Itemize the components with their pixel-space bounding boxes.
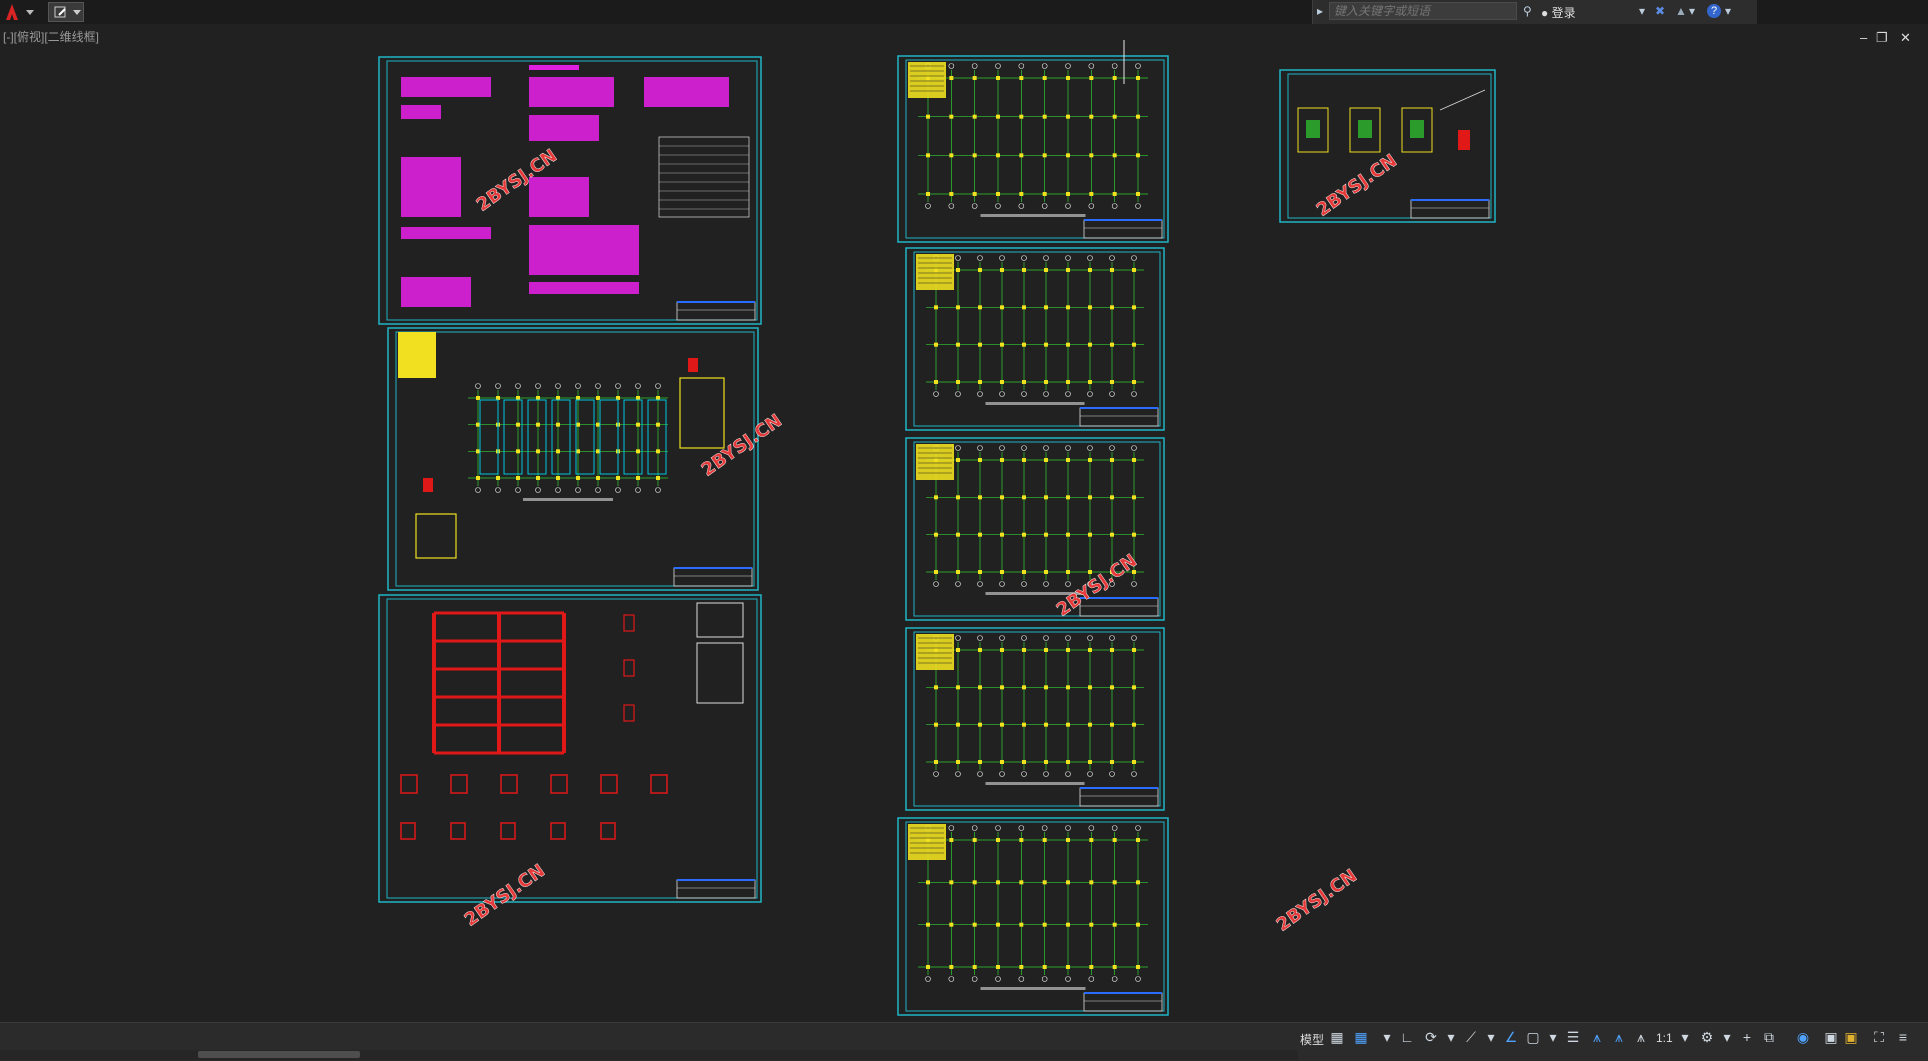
search-input[interactable] [1329, 2, 1517, 20]
chevron-down-icon[interactable]: ▾ [1482, 1028, 1500, 1046]
drawing-sheet-floor-plan-4[interactable] [897, 817, 1169, 1016]
grid-icon[interactable]: ▦ [1328, 1028, 1346, 1046]
title-bar: ▸ ⚲ ● 登录 ▾ ✖ ▲ ▾ ? ▾ [0, 0, 1928, 24]
chevron-down-icon[interactable]: ▾ [1442, 1028, 1460, 1046]
scrollbar-thumb[interactable] [198, 1051, 360, 1058]
autocad-logo-icon [6, 4, 34, 20]
drawing-sheet-frame-reinforcement[interactable] [378, 594, 762, 903]
binoculars-icon[interactable]: ⚲ [1523, 4, 1532, 18]
clean-screen-icon[interactable]: ▣ [1842, 1028, 1860, 1046]
chevron-down-icon[interactable]: ▾ [1718, 1028, 1736, 1046]
osnap-tracking-icon[interactable]: ⟋ [1462, 1028, 1480, 1046]
lineweight-icon[interactable]: ☰ [1564, 1028, 1582, 1046]
annotation-visibility-icon[interactable]: ⩚ [1588, 1028, 1606, 1046]
chevron-down-icon[interactable]: ▾ [1378, 1028, 1396, 1046]
chevron-down-icon[interactable]: ▾ [1544, 1028, 1562, 1046]
auto-scale-icon[interactable]: ⩚ [1610, 1028, 1628, 1046]
workspace-gear-icon[interactable]: ⚙ [1698, 1028, 1716, 1046]
chevron-down-icon[interactable]: ▾ [1725, 4, 1731, 18]
customization-menu-icon[interactable]: ≡ [1894, 1028, 1912, 1046]
drawing-sheet-floor-plan-2[interactable] [905, 437, 1165, 621]
chevron-down-icon[interactable]: ▾ [1639, 4, 1645, 18]
hardware-acceleration-icon[interactable]: ▣ [1822, 1028, 1840, 1046]
drawing-sheet-foundation-plan[interactable] [387, 327, 759, 591]
help-icon[interactable]: ? [1707, 4, 1721, 18]
drawing-sheet-floor-plan-3[interactable] [905, 627, 1165, 811]
user-icon: ● [1541, 6, 1549, 20]
drawing-sheet-column-plan[interactable] [897, 55, 1169, 243]
annotation-scale-icon[interactable]: ⩚ [1632, 1028, 1650, 1046]
exchange-icon[interactable]: ✖ [1655, 4, 1665, 18]
isodraft-icon[interactable]: ∠ [1502, 1028, 1520, 1046]
chevron-down-icon[interactable]: ▾ [1676, 1028, 1694, 1046]
isolate-objects-icon[interactable]: ◉ [1794, 1028, 1812, 1046]
horizontal-scrollbar[interactable] [0, 1050, 1298, 1060]
watermark-text: 2BYSJ.CN [1273, 865, 1361, 936]
login-button[interactable]: ● 登录 [1541, 4, 1576, 21]
drawing-sheet-general-notes[interactable] [378, 56, 762, 325]
polar-icon[interactable]: ⟳ [1422, 1028, 1440, 1046]
expand-arrow-icon[interactable]: ▸ [1317, 4, 1323, 18]
object-snap-icon[interactable]: ▢ [1524, 1028, 1542, 1046]
watermark-text: 2BYSJ.CN [698, 410, 786, 481]
fullscreen-icon[interactable]: ⛶ [1870, 1028, 1888, 1046]
chevron-down-icon[interactable]: ▾ [1689, 4, 1695, 18]
application-menu-button[interactable] [0, 0, 42, 24]
plus-icon[interactable]: + [1738, 1028, 1756, 1046]
model-tab[interactable]: 模型 [1300, 1031, 1324, 1048]
drawing-sheet-stair-details[interactable] [1279, 69, 1496, 223]
snap-icon[interactable]: ▦ [1352, 1028, 1370, 1046]
infocenter-toolbar: ▸ ⚲ ● 登录 ▾ ✖ ▲ ▾ ? ▾ [1312, 0, 1757, 24]
annotation-monitor-icon[interactable]: ⧉ [1760, 1028, 1778, 1046]
ortho-icon[interactable]: ∟ [1398, 1028, 1416, 1046]
a360-icon[interactable]: ▲ [1675, 4, 1687, 18]
watermark-text: 2BYSJ.CN [1313, 150, 1401, 221]
quick-access-toolbar-button[interactable] [48, 2, 84, 22]
scale-dropdown[interactable]: 1:1 [1656, 1031, 1673, 1045]
model-space-canvas[interactable]: 2BYSJ.CN2BYSJ.CN2BYSJ.CN2BYSJ.CN2BYSJ.CN… [0, 40, 1928, 1022]
edit-icon [54, 6, 81, 18]
watermark-text: 2BYSJ.CN [461, 860, 549, 931]
drawing-sheet-floor-plan-1[interactable] [905, 247, 1165, 431]
